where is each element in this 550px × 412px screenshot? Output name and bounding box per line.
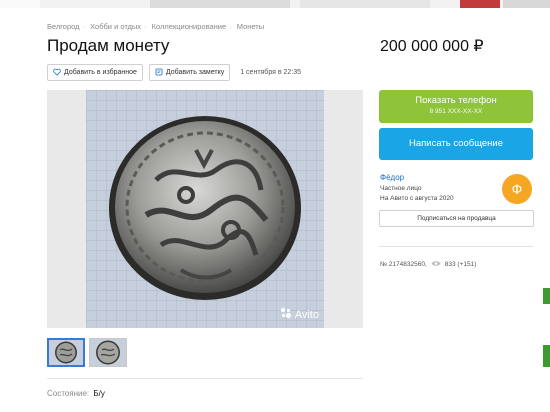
breadcrumb-item-coins[interactable]: Монеты [237, 22, 264, 31]
listing-id: № 2174832560, [380, 261, 427, 268]
write-message-button[interactable]: Написать сообщение [379, 128, 533, 160]
view-count: 833 (+151) [444, 261, 477, 268]
seller-type: Частное лицо [380, 185, 422, 192]
breadcrumb: Белгород · Хобби и отдых · Коллекционирова… [47, 22, 265, 31]
photo-thumbnail[interactable] [47, 338, 85, 367]
breadcrumb-item-city[interactable]: Белгород [47, 22, 80, 31]
breadcrumb-item-hobby[interactable]: Хобби и отдых [90, 22, 141, 31]
note-icon [155, 68, 163, 76]
main-photo[interactable]: Avito [47, 90, 363, 328]
coin-photo [86, 90, 324, 328]
avito-watermark-text: Avito [294, 308, 319, 321]
condition-label: Состояние: [47, 389, 90, 398]
add-to-favorites-button[interactable]: Добавить в избранное [47, 63, 143, 81]
right-edge-banner [543, 345, 550, 367]
listing-price: 200 000 000 ₽ [380, 38, 484, 55]
avito-logo-icon [280, 307, 292, 322]
show-phone-button[interactable]: Показать телефон 8 951 XXX-XX-XX [379, 90, 533, 123]
photo-thumbnail[interactable] [89, 338, 127, 367]
right-edge-banner [543, 288, 550, 304]
masked-phone-number: 8 951 XXX-XX-XX [429, 108, 483, 115]
seller-name-link[interactable]: Фёдор [380, 173, 404, 182]
condition-row: Состояние: Б/у [47, 389, 105, 398]
listing-date: 1 сентября в 22:35 [240, 68, 302, 76]
listing-title: Продам монету [47, 36, 170, 55]
show-phone-label: Показать телефон [415, 95, 497, 106]
add-note-label: Добавить заметку [165, 68, 225, 76]
divider [47, 378, 363, 379]
divider [379, 246, 534, 247]
seller-avatar[interactable]: Ф [502, 174, 532, 204]
avito-watermark: Avito [280, 307, 319, 322]
listing-meta: № 2174832560, 833 (+151) [380, 260, 476, 269]
heart-icon [53, 68, 61, 76]
listing-action-bar: Добавить в избранное Добавить заметку 1 … [47, 63, 302, 81]
photo-thumbnails [47, 338, 127, 367]
eye-icon [431, 260, 441, 269]
condition-value: Б/у [93, 389, 105, 398]
breadcrumb-item-collecting[interactable]: Коллекционирование [152, 22, 226, 31]
add-note-button[interactable]: Добавить заметку [148, 63, 231, 81]
add-to-favorites-label: Добавить в избранное [64, 68, 137, 76]
seller-since: На Авито с августа 2020 [380, 195, 454, 202]
top-strip [0, 0, 550, 8]
subscribe-seller-button[interactable]: Подписаться на продавца [379, 210, 534, 227]
